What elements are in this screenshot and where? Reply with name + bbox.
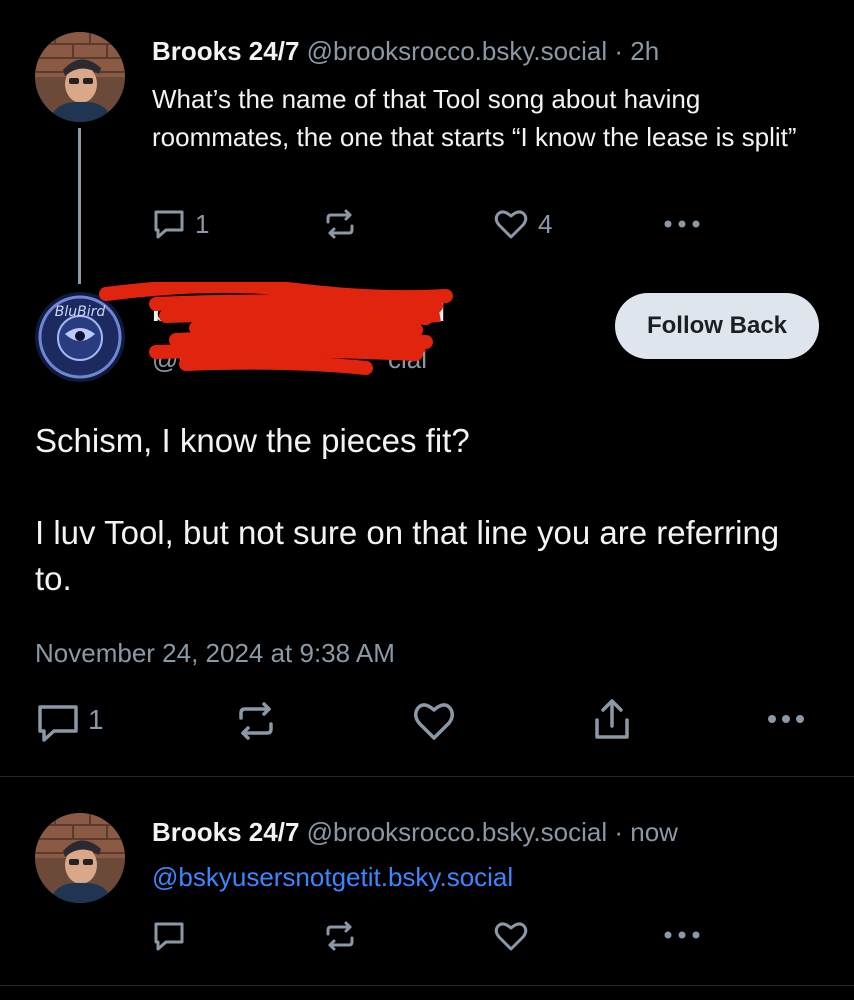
like-icon[interactable]	[412, 700, 456, 742]
reply-icon[interactable]	[152, 208, 186, 240]
follow-back-button[interactable]: Follow Back	[615, 293, 819, 359]
like-count: 4	[538, 209, 553, 239]
redaction-scribble	[96, 278, 456, 387]
reply-icon[interactable]	[36, 703, 80, 743]
thread-connector-line	[78, 128, 81, 284]
more-icon[interactable]	[662, 218, 702, 230]
post-time[interactable]: 2h	[630, 36, 659, 66]
repost-icon[interactable]	[234, 700, 278, 742]
more-icon[interactable]	[662, 929, 702, 941]
post-header: Brooks 24/7 @brooksrocco.bsky.social · 2…	[152, 36, 659, 67]
text-line: Schism, I know the pieces fit?	[35, 422, 470, 459]
separator-dot: ·	[614, 817, 624, 847]
author-name[interactable]: Brooks 24/7	[152, 817, 299, 847]
reply-icon[interactable]	[152, 920, 186, 952]
mention-link[interactable]: @bskyusersnotgetit.bsky.social	[152, 862, 513, 893]
focused-post-text: Schism, I know the pieces fit? I luv Too…	[35, 418, 815, 602]
reply-count: 1	[88, 704, 104, 735]
post-text: What’s the name of that Tool song about …	[152, 84, 797, 152]
repost-icon[interactable]	[322, 920, 358, 952]
text-line: I luv Tool, but not sure on that line yo…	[35, 514, 780, 597]
author-handle[interactable]: @brooksrocco.bsky.social	[307, 36, 607, 66]
post-divider	[0, 985, 854, 986]
post-timestamp: November 24, 2024 at 9:38 AM	[35, 638, 395, 668]
author-handle[interactable]: @brooksrocco.bsky.social	[307, 817, 607, 847]
post-time[interactable]: now	[630, 817, 678, 847]
share-icon[interactable]	[592, 698, 632, 742]
avatar[interactable]	[35, 813, 125, 903]
reply-count: 1	[195, 209, 210, 239]
repost-icon[interactable]	[322, 208, 358, 240]
more-icon[interactable]	[766, 713, 806, 725]
separator-dot: ·	[614, 36, 624, 66]
post-divider	[0, 776, 854, 777]
like-icon[interactable]	[494, 208, 528, 240]
avatar[interactable]	[35, 32, 125, 122]
like-icon[interactable]	[494, 920, 528, 952]
post-header: Brooks 24/7 @brooksrocco.bsky.social · n…	[152, 817, 678, 848]
author-name[interactable]: Brooks 24/7	[152, 36, 299, 66]
